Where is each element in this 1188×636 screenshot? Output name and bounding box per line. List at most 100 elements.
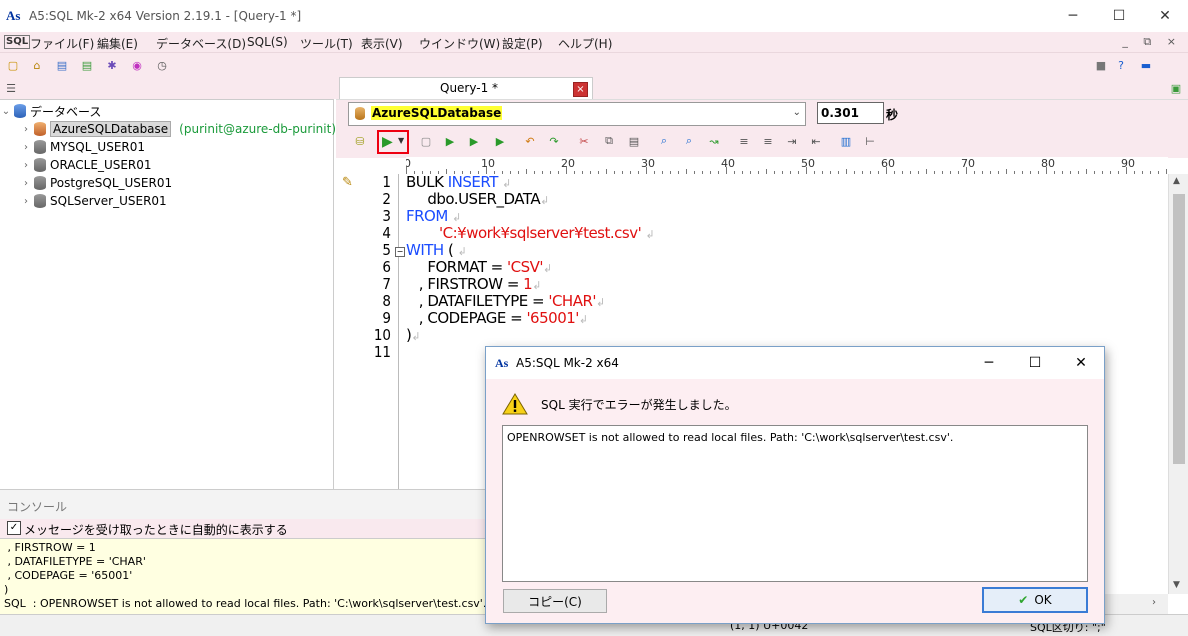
fold-toggle-icon[interactable]: −	[395, 247, 405, 257]
menu-window[interactable]: ウインドウ(W)	[419, 35, 500, 52]
scroll-down-icon[interactable]: ▼	[1173, 580, 1180, 590]
tree-item-azure[interactable]: › AzureSQLDatabase (purinit@azure-db-pur…	[20, 120, 336, 138]
tree-view-icon[interactable]: ☰	[3, 80, 19, 96]
dialog-title-bar: As A5:SQL Mk-2 x64 ─ ☐ ✕	[486, 347, 1104, 379]
history-icon[interactable]: ◷	[154, 57, 170, 73]
tree-item-postgresql[interactable]: › PostgreSQL_USER01	[20, 174, 172, 192]
ok-button-label: OK	[1034, 593, 1052, 607]
minimize-button[interactable]: ─	[1050, 0, 1096, 32]
ruler-ticks	[406, 157, 1168, 174]
line-numbers: 1 2 3 4 5 6 7 8 9 10 11	[360, 174, 399, 489]
tab-query-1[interactable]: Query-1 * ×	[339, 77, 593, 100]
info-icon[interactable]: ▬	[1135, 57, 1157, 73]
stop-query-icon[interactable]: ▢	[418, 133, 434, 149]
menu-sql[interactable]: SQL(S)	[247, 35, 288, 49]
menu-database[interactable]: データベース(D)	[156, 35, 246, 52]
code-line: 'C:¥work¥sqlserver¥test.csv' ↲	[439, 225, 655, 242]
database-icon[interactable]: ▤	[54, 57, 70, 73]
number-literal: 1	[523, 275, 533, 293]
dialog-close-button[interactable]: ✕	[1058, 347, 1104, 379]
ruler-tick	[806, 167, 807, 174]
string-literal: 'CHAR'	[548, 292, 597, 310]
auto-show-label: メッセージを受け取ったときに自動的に表示する	[24, 523, 288, 537]
run-ab-icon[interactable]: ▶	[442, 133, 458, 149]
undo-icon[interactable]: ↶	[522, 133, 538, 149]
expand-icon[interactable]: ›	[20, 178, 32, 189]
ok-button[interactable]: ✔ OK	[982, 587, 1088, 613]
database-connect-icon[interactable]: ▤	[79, 57, 95, 73]
expand-icon[interactable]: ›	[20, 160, 32, 171]
tree-item-label: SQLServer_USER01	[50, 194, 167, 208]
maximize-button[interactable]: ☐	[1096, 0, 1142, 32]
sql-icon: SQL	[4, 35, 31, 49]
menu-view[interactable]: 表示(V)	[361, 35, 403, 52]
menu-help[interactable]: ヘルプ(H)	[558, 35, 612, 52]
database-select[interactable]: AzureSQLDatabase ⌄	[348, 102, 806, 126]
expand-icon[interactable]: ›	[20, 142, 32, 153]
collapse-icon[interactable]: ⌄	[0, 106, 12, 117]
console-title: コンソール	[7, 500, 68, 514]
tab-close-icon[interactable]: ×	[573, 82, 588, 97]
open-folder-icon[interactable]: ⌂	[29, 57, 45, 73]
mdi-window-buttons[interactable]: _ ⧉ ×	[1122, 35, 1182, 49]
gear-icon[interactable]: ✱	[104, 57, 120, 73]
align-icon[interactable]: ≡	[736, 133, 752, 149]
database-tree: ⌄ データベース › AzureSQLDatabase (purinit@azu…	[0, 99, 336, 490]
cut-icon[interactable]: ✂	[576, 133, 592, 149]
menu-edit[interactable]: 編集(E)	[97, 35, 138, 52]
stop-icon[interactable]: ■	[1093, 57, 1109, 73]
ruler-tick	[726, 167, 727, 174]
dialog-minimize-button[interactable]: ─	[966, 347, 1012, 379]
plugin-icon[interactable]: ◉	[129, 57, 145, 73]
chevron-down-icon[interactable]: ▼	[398, 136, 404, 145]
run-csv-icon[interactable]: ▶	[466, 133, 482, 149]
auto-show-checkbox[interactable]: ✓	[7, 521, 21, 535]
keyword: INSERT	[447, 173, 499, 191]
copy-button[interactable]: コピー(C)	[503, 589, 607, 613]
vertical-scrollbar[interactable]: ▲ ▼	[1168, 174, 1188, 594]
tree-format-icon[interactable]: ⊢	[862, 133, 878, 149]
tree-root[interactable]: ⌄ データベース	[0, 102, 101, 120]
wrap-icon[interactable]: ↝	[706, 133, 722, 149]
new-file-icon[interactable]: ▢	[5, 57, 21, 73]
paste-icon[interactable]: ▤	[626, 133, 642, 149]
tree-item-mysql[interactable]: › MYSQL_USER01	[20, 138, 145, 156]
ruler-tick	[646, 167, 647, 174]
app-logo: As	[6, 8, 21, 23]
format-icon[interactable]: ≡	[760, 133, 776, 149]
error-detail-box[interactable]: OPENROWSET is not allowed to read local …	[502, 425, 1088, 582]
expand-icon[interactable]: ›	[20, 124, 32, 135]
copy-icon[interactable]: ⧉	[601, 133, 617, 149]
redo-icon[interactable]: ↷	[546, 133, 562, 149]
scroll-up-icon[interactable]: ▲	[1173, 176, 1180, 186]
menu-settings[interactable]: 設定(P)	[502, 35, 543, 52]
database-icon	[34, 158, 46, 172]
code-line: BULK INSERT ↲	[406, 174, 511, 191]
tree-item-sqlserver[interactable]: › SQLServer_USER01	[20, 192, 167, 210]
search-icon[interactable]: ⌕	[656, 133, 672, 149]
scroll-right-icon[interactable]: ›	[1152, 597, 1156, 608]
tree-item-oracle[interactable]: › ORACLE_USER01	[20, 156, 152, 174]
menu-tools[interactable]: ツール(T)	[300, 35, 353, 52]
code-line: FROM ↲	[406, 208, 461, 225]
menu-file[interactable]: ファイル(F)	[30, 35, 94, 52]
replace-icon[interactable]: ⌕	[681, 133, 697, 149]
expand-icon[interactable]: ›	[20, 196, 32, 207]
panel-icon[interactable]: ▣	[1168, 80, 1184, 96]
explain-icon[interactable]: ▶	[492, 133, 508, 149]
scrollbar-thumb[interactable]	[1173, 194, 1185, 464]
database-icon	[34, 140, 46, 154]
main-toolbar: ▢ ⌂ ▤ ▤ ✱ ◉ ◷ ■ ? ▬	[0, 53, 1188, 77]
close-button[interactable]: ✕	[1142, 0, 1188, 32]
run-button[interactable]: ▶ ▼	[377, 130, 409, 154]
indent-icon[interactable]: ⇥	[784, 133, 800, 149]
code-text: , CODEPAGE =	[406, 309, 527, 327]
compare-icon[interactable]: ▥	[838, 133, 854, 149]
elapsed-time-field: 0.301	[817, 102, 884, 124]
dialog-maximize-button[interactable]: ☐	[1012, 347, 1058, 379]
check-icon: ✔	[1018, 593, 1029, 607]
ruler-tick	[966, 167, 967, 174]
outdent-icon[interactable]: ⇤	[808, 133, 824, 149]
commit-icon[interactable]: ⛁	[352, 133, 368, 149]
help-icon[interactable]: ?	[1113, 57, 1129, 73]
